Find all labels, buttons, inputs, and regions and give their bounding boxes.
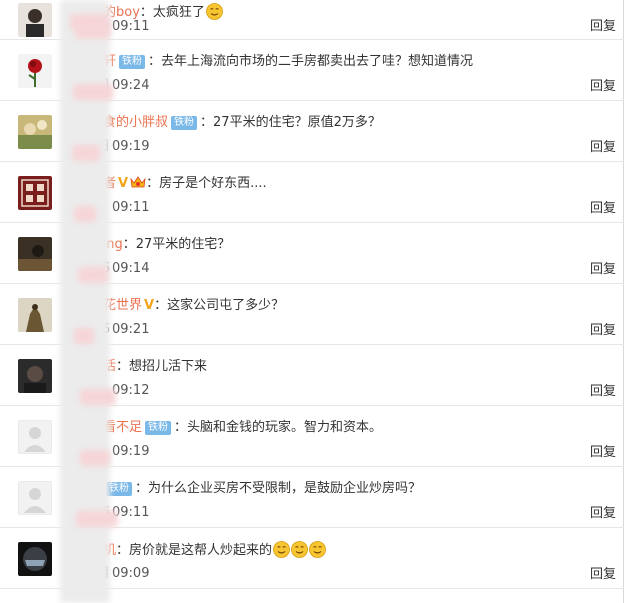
name-blur <box>73 84 113 100</box>
separator: ： <box>174 420 188 435</box>
comment-line: 山看不足 铁粉 ：头脑和金钱的玩家。智力和资本。 <box>60 419 614 437</box>
smirk-emoji <box>291 541 308 558</box>
name-blur <box>78 267 108 283</box>
reply-button[interactable]: 回复 <box>590 201 616 217</box>
verified-v-icon: V <box>144 298 155 313</box>
rose-avatar[interactable] <box>18 54 52 88</box>
name-blur <box>76 511 118 527</box>
verified-v-icon: V <box>118 176 129 191</box>
reply-button[interactable]: 回复 <box>590 567 616 583</box>
dark-avatar[interactable] <box>18 359 52 393</box>
comment-text: 去年上海流向市场的二手房都卖出去了哇？想知道情况 <box>161 54 474 69</box>
comment-time: 09:14 <box>112 261 150 276</box>
comment-time: 09:09 <box>112 566 150 581</box>
separator: ： <box>154 298 168 313</box>
photo-avatar[interactable] <box>18 115 52 149</box>
separator: ： <box>122 237 136 252</box>
fan-badge: 铁粉 <box>171 116 198 130</box>
comment-line: 生活：想招儿活下来 <box>60 358 614 376</box>
comment-list: 乡的boy：太疯狂了日09:11回复若轩铁粉：去年上海流向市场的二手房都卖出去了… <box>0 0 624 603</box>
smirk-emoji <box>273 541 290 558</box>
separator: ： <box>200 115 214 130</box>
reply-button[interactable]: 回复 <box>590 140 616 156</box>
comment-line: 甜食的小胖叔 铁粉 ：27平米的住宅？原值2万多？ <box>60 114 614 132</box>
comment-text: 27平米的住宅？ <box>135 237 231 252</box>
comment-text: 头脑和金钱的玩家。智力和资本。 <box>187 420 383 435</box>
name-blur <box>80 389 116 405</box>
name-blur <box>72 145 100 161</box>
portrait-avatar[interactable] <box>18 3 52 37</box>
reply-button[interactable]: 回复 <box>590 384 616 400</box>
name-blur <box>80 450 110 466</box>
comment-text: 为什么企业买房不受限制，是鼓励企业炒房吗？ <box>148 481 422 496</box>
comment-text: 27平米的住宅？原值2万多？ <box>213 115 381 130</box>
separator: ： <box>116 543 130 558</box>
comment-time: 09:21 <box>112 322 150 337</box>
separator: ： <box>148 54 162 69</box>
helmet-avatar[interactable] <box>18 542 52 576</box>
crown-icon <box>130 175 146 189</box>
fan-badge: 铁粉 <box>145 421 172 435</box>
comment-text: 想招儿活下来 <box>129 359 208 374</box>
comment-time: 09:24 <box>112 78 150 93</box>
comment-text: 太疯狂了 <box>152 5 205 20</box>
separator: ： <box>135 481 149 496</box>
comment-time: 09:12 <box>112 383 150 398</box>
comment-line: 剑铁粉：为什么企业买房不受限制，是鼓励企业炒房吗？ <box>60 480 614 498</box>
comment-line: 察者V：房子是个好东西.... <box>60 175 614 193</box>
comment-text: 这家公司屯了多少？ <box>167 298 285 313</box>
name-blur <box>74 328 94 344</box>
separator: ： <box>116 359 130 374</box>
comment-text: 房价就是这帮人炒起来的 <box>129 543 273 558</box>
comment-text: 房子是个好东西.... <box>159 176 267 191</box>
laughing-emoji <box>206 3 223 20</box>
comment-line: dong：27平米的住宅？ <box>60 236 614 254</box>
reply-button[interactable]: 回复 <box>590 262 616 278</box>
name-blur <box>75 23 110 39</box>
comment-line: 若轩铁粉：去年上海流向市场的二手房都卖出去了哇？想知道情况 <box>60 53 614 71</box>
comment-time: 09:11 <box>112 19 150 34</box>
default-avatar[interactable] <box>18 420 52 454</box>
comment-line: 司机：房价就是这帮人炒起来的 <box>60 541 614 560</box>
smirk-emoji <box>309 541 326 558</box>
seal-avatar[interactable] <box>18 176 52 210</box>
comment-line: 花花世界 V：这家公司屯了多少？ <box>60 297 614 315</box>
reply-button[interactable]: 回复 <box>590 323 616 339</box>
figure-avatar[interactable] <box>18 298 52 332</box>
comment-time: 09:19 <box>112 139 150 154</box>
separator: ： <box>146 176 160 191</box>
reply-button[interactable]: 回复 <box>590 79 616 95</box>
comment-time: 09:11 <box>112 200 150 215</box>
fan-badge: 铁粉 <box>119 55 146 69</box>
comment-time: 09:19 <box>112 444 150 459</box>
separator: ： <box>139 5 153 20</box>
default-avatar[interactable] <box>18 481 52 515</box>
reply-button[interactable]: 回复 <box>590 445 616 461</box>
name-blur <box>74 206 96 222</box>
reply-button[interactable]: 回复 <box>590 19 616 35</box>
dark-landscape-avatar[interactable] <box>18 237 52 271</box>
reply-button[interactable]: 回复 <box>590 506 616 522</box>
